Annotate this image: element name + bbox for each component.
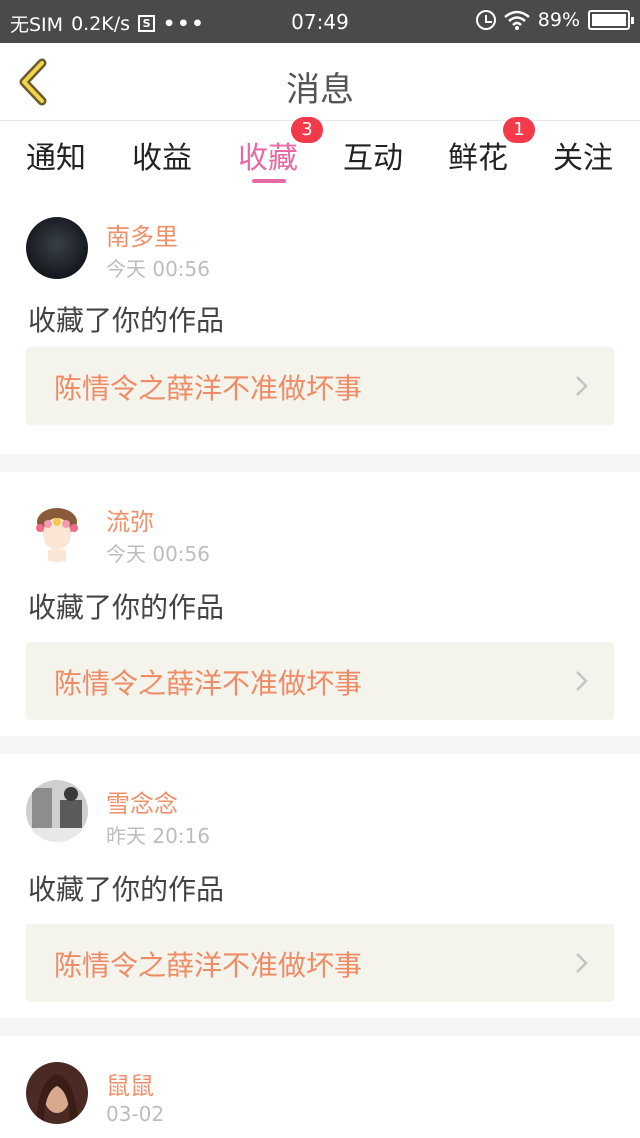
message-time: 今天 00:56 (106, 542, 210, 566)
favorites-badge: 3 (291, 117, 323, 143)
chevron-right-icon (576, 671, 588, 691)
avatar[interactable] (26, 217, 88, 279)
message-card: 流弥 今天 00:56 收藏了你的作品 陈情令之薛洋不准做坏事 (0, 472, 640, 736)
tab-earnings[interactable]: 收益 (132, 133, 192, 177)
tab-favorites[interactable]: 收藏 (238, 133, 298, 177)
active-tab-indicator (252, 179, 286, 183)
nav-bar: 消息 (0, 43, 640, 121)
alarm-icon (475, 10, 496, 30)
flowers-badge: 1 (503, 117, 535, 143)
message-text: 收藏了你的作品 (28, 591, 225, 624)
author-name[interactable]: 南多里 (106, 217, 178, 252)
message-card: 南多里 今天 00:56 收藏了你的作品 陈情令之薛洋不准做坏事 (0, 199, 640, 454)
avatar[interactable] (26, 780, 88, 842)
chevron-right-icon (576, 953, 588, 973)
work-title: 陈情令之薛洋不准做坏事 (54, 372, 363, 405)
message-card: 鼠鼠 03-02 (0, 1036, 640, 1138)
avatar[interactable] (26, 1062, 88, 1124)
author-name[interactable]: 流弥 (106, 502, 154, 537)
status-right: 89% (475, 9, 634, 31)
work-title: 陈情令之薛洋不准做坏事 (54, 667, 363, 700)
work-link[interactable]: 陈情令之薛洋不准做坏事 (26, 347, 614, 425)
tab-flowers[interactable]: 鲜花 (448, 133, 508, 177)
author-name[interactable]: 雪念念 (106, 784, 178, 819)
chevron-right-icon (576, 376, 588, 396)
message-text: 收藏了你的作品 (28, 873, 225, 906)
message-time: 昨天 20:16 (106, 824, 210, 848)
tab-following[interactable]: 关注 (553, 133, 613, 177)
wifi-icon (503, 10, 530, 30)
message-text: 收藏了你的作品 (28, 304, 225, 337)
tab-interactions[interactable]: 互动 (343, 133, 403, 177)
page-title: 消息 (286, 70, 354, 110)
tab-bar: 通知 收益 收藏 3 互动 鲜花 1 关注 (0, 117, 640, 199)
work-link[interactable]: 陈情令之薛洋不准做坏事 (26, 924, 614, 1002)
avatar[interactable] (26, 500, 88, 562)
battery-percent: 89% (537, 9, 580, 31)
author-name[interactable]: 鼠鼠 (106, 1066, 154, 1101)
status-bar: 无SIM 0.2K/s S ••• 07:49 89% (0, 0, 640, 43)
battery-icon (588, 10, 634, 30)
message-time: 今天 00:56 (106, 257, 210, 281)
work-link[interactable]: 陈情令之薛洋不准做坏事 (26, 642, 614, 720)
message-card: 雪念念 昨天 20:16 收藏了你的作品 陈情令之薛洋不准做坏事 (0, 754, 640, 1018)
tab-notifications[interactable]: 通知 (26, 133, 86, 177)
message-time: 03-02 (106, 1102, 165, 1126)
work-title: 陈情令之薛洋不准做坏事 (54, 949, 363, 982)
